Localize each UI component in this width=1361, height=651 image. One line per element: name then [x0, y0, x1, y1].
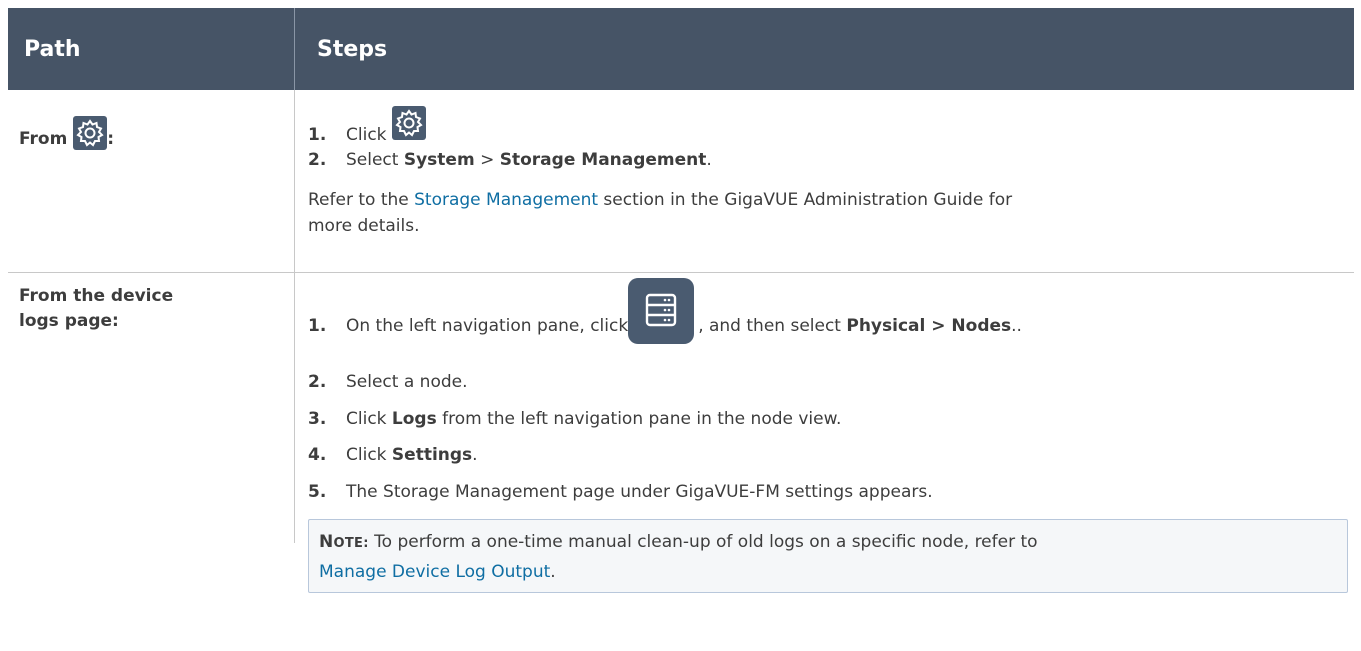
step-number: 4. — [308, 445, 327, 465]
path-suffix: : — [107, 129, 115, 149]
step-text: The Storage Management page under GigaVU… — [346, 482, 933, 502]
step-1: 1. On the left navigation pane, click , … — [308, 278, 1022, 344]
manage-device-log-output-link[interactable]: Manage Device Log Output — [319, 562, 550, 582]
step-2: 2. Select a node. — [308, 372, 468, 392]
step-4: 4. Click Settings. — [308, 445, 478, 465]
step-number: 2. — [308, 150, 327, 170]
step-number: 1. — [308, 316, 327, 336]
server-icon — [628, 278, 695, 344]
step-text: Click — [346, 125, 387, 145]
gear-icon — [391, 106, 426, 140]
gear-icon — [73, 116, 108, 150]
steps-cell: 1. On the left navigation pane, click , … — [295, 273, 1354, 593]
step-text: Click Settings. — [346, 445, 478, 465]
table-row: From : 1. Click 2. Select System > Stora… — [8, 90, 1354, 273]
step-text: Click Logs from the left navigation pane… — [346, 409, 842, 429]
steps-cell: 1. Click 2. Select System > Storage Mana… — [295, 90, 1354, 272]
path-prefix: From — [19, 129, 68, 149]
step-number: 2. — [308, 372, 327, 392]
step-number: 3. — [308, 409, 327, 429]
step-2: 2. Select System > Storage Management. — [308, 150, 712, 170]
step-5: 5. The Storage Management page under Gig… — [308, 482, 933, 502]
header-steps: Steps — [317, 36, 388, 62]
path-cell: From : — [8, 90, 295, 272]
table-header: Path Steps — [8, 8, 1354, 90]
step-text: Select System > Storage Management. — [346, 150, 712, 170]
note-box: NOTE: To perform a one-time manual clean… — [308, 519, 1348, 593]
table-row: From the device logs page: 1. On the lef… — [8, 273, 1354, 593]
note-label: NOTE: — [319, 532, 369, 552]
step-number: 1. — [308, 125, 327, 145]
storage-management-link[interactable]: Storage Management — [414, 190, 598, 210]
steps-table: Path Steps From : 1. Click 2. Select Sys… — [8, 8, 1354, 593]
header-path: Path — [8, 8, 295, 90]
step-1: 1. Click — [308, 106, 426, 145]
refer-paragraph: Refer to the Storage Management section … — [308, 190, 1013, 236]
path-cell: From the device logs page: — [8, 273, 295, 543]
step-text: , and then select Physical > Nodes.. — [698, 316, 1022, 336]
step-number: 5. — [308, 482, 327, 502]
step-3: 3. Click Logs from the left navigation p… — [308, 409, 841, 429]
step-text: Select a node. — [346, 372, 468, 392]
